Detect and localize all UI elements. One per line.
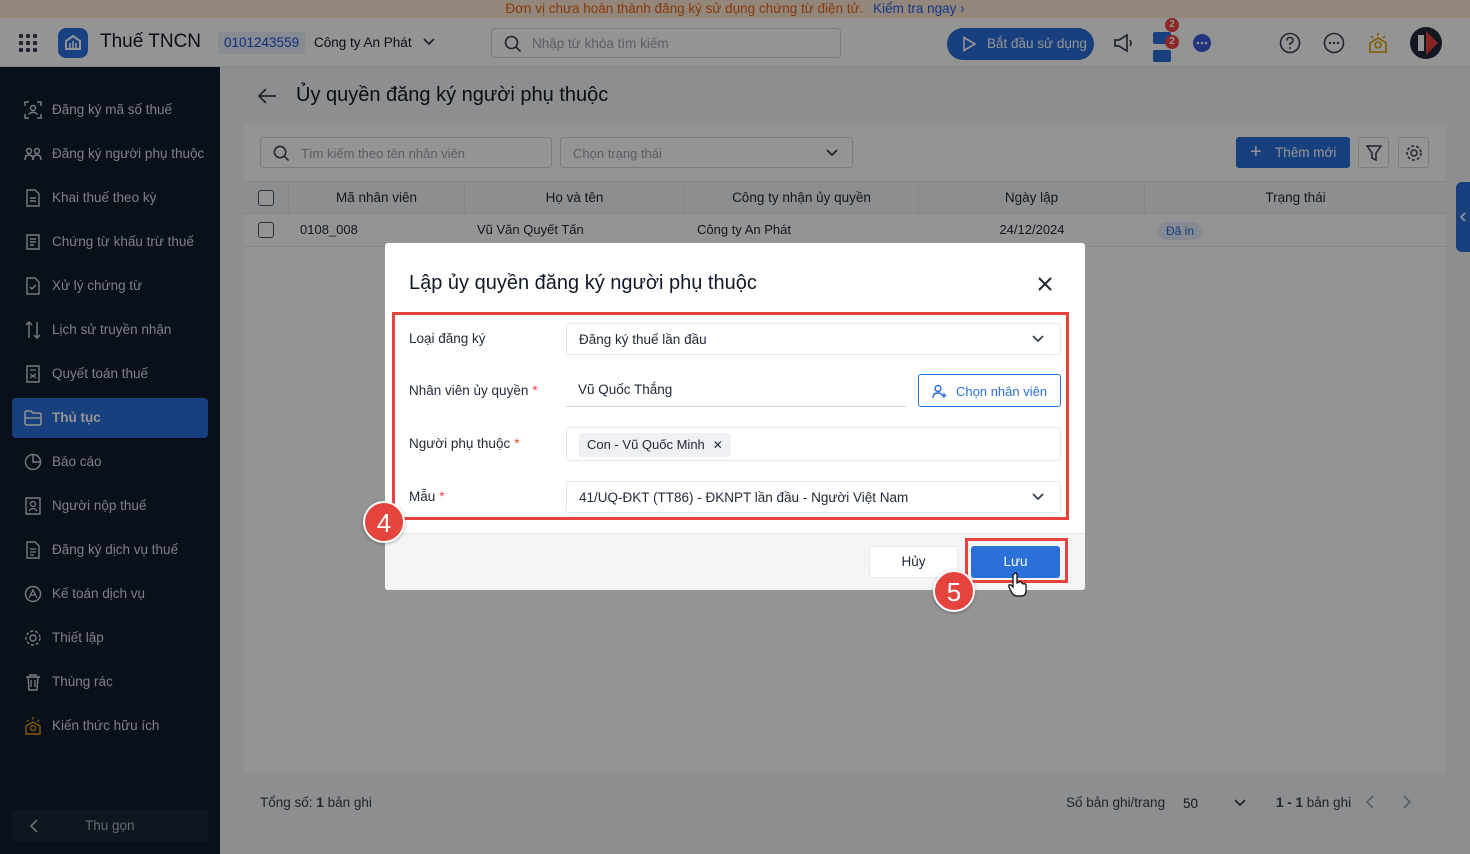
highlight-form-box xyxy=(392,312,1069,520)
hand-cursor-icon xyxy=(1008,572,1027,597)
close-icon[interactable] xyxy=(1037,276,1053,292)
step-5-marker: 5 xyxy=(933,570,975,612)
step-4-marker: 4 xyxy=(363,501,405,543)
dialog-title: Lập ủy quyền đăng ký người phụ thuộc xyxy=(409,272,757,294)
